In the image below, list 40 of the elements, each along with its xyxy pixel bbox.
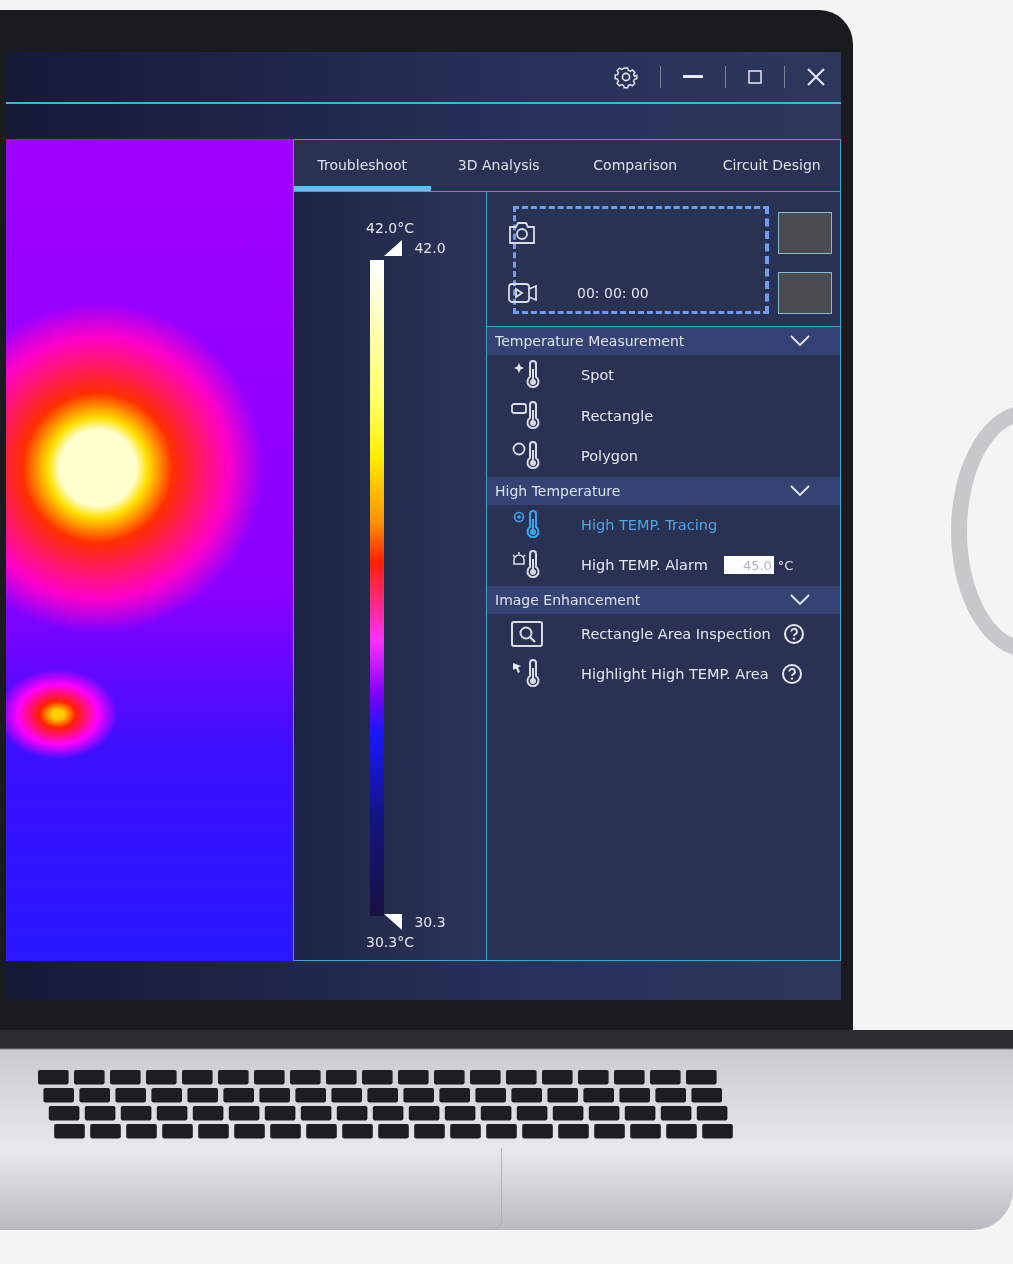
unit-label: °C — [777, 557, 794, 573]
close-icon[interactable] — [807, 68, 825, 86]
tool-option[interactable]: Highlight High TEMP. Area — [581, 666, 769, 683]
tab[interactable]: 3D Analysis — [430, 140, 567, 191]
pin-thermometer-icon[interactable] — [511, 509, 541, 540]
tool-option[interactable]: Rectangle Area Inspection — [581, 625, 771, 642]
upper-marker-value: 42.0 — [413, 240, 447, 256]
settings-icon[interactable] — [614, 65, 638, 89]
chevron-icon — [790, 484, 810, 497]
tab[interactable]: Circuit Design — [703, 140, 840, 191]
alarm-thermometer-icon[interactable] — [511, 550, 541, 581]
tool-option[interactable]: Spot — [581, 367, 614, 384]
help-icon[interactable] — [782, 622, 805, 645]
chevron-icon — [790, 335, 810, 347]
camera-icon[interactable] — [507, 220, 537, 246]
cursor-thermometer-icon[interactable] — [511, 659, 541, 690]
tool-option[interactable]: Rectangle — [581, 407, 654, 424]
recording-timer: 00: 00: 00 — [577, 285, 649, 301]
help-icon[interactable] — [780, 663, 803, 686]
max-temperature-label: 42.0°C — [366, 220, 414, 236]
chevron-icon — [790, 593, 810, 606]
video-thumbnail[interactable] — [778, 272, 832, 314]
maximize-icon[interactable] — [748, 70, 762, 84]
photo-thumbnail[interactable] — [778, 212, 832, 254]
rectangle-thermometer-icon[interactable] — [511, 400, 541, 431]
upper-marker-icon[interactable] — [384, 240, 403, 256]
magnifier-frame-icon[interactable] — [511, 620, 543, 647]
tool-option[interactable]: Polygon — [581, 448, 638, 465]
tool-option[interactable]: High TEMP. Tracing — [581, 516, 718, 533]
tool-option[interactable]: High TEMP. Alarm — [581, 557, 708, 574]
video-camera-icon[interactable] — [507, 280, 539, 306]
min-temperature-label: 30.3°C — [366, 934, 414, 950]
section-header[interactable]: Temperature Measurement — [487, 327, 840, 355]
lower-marker-icon[interactable] — [384, 914, 403, 930]
circle-thermometer-icon[interactable] — [511, 441, 541, 472]
lower-marker-value: 30.3 — [413, 914, 447, 930]
section-header[interactable]: High Temperature — [487, 476, 840, 505]
minimize-icon[interactable] — [683, 75, 703, 79]
tab[interactable]: Comparison — [567, 140, 704, 191]
section-header[interactable]: Image Enhancement — [487, 585, 840, 614]
